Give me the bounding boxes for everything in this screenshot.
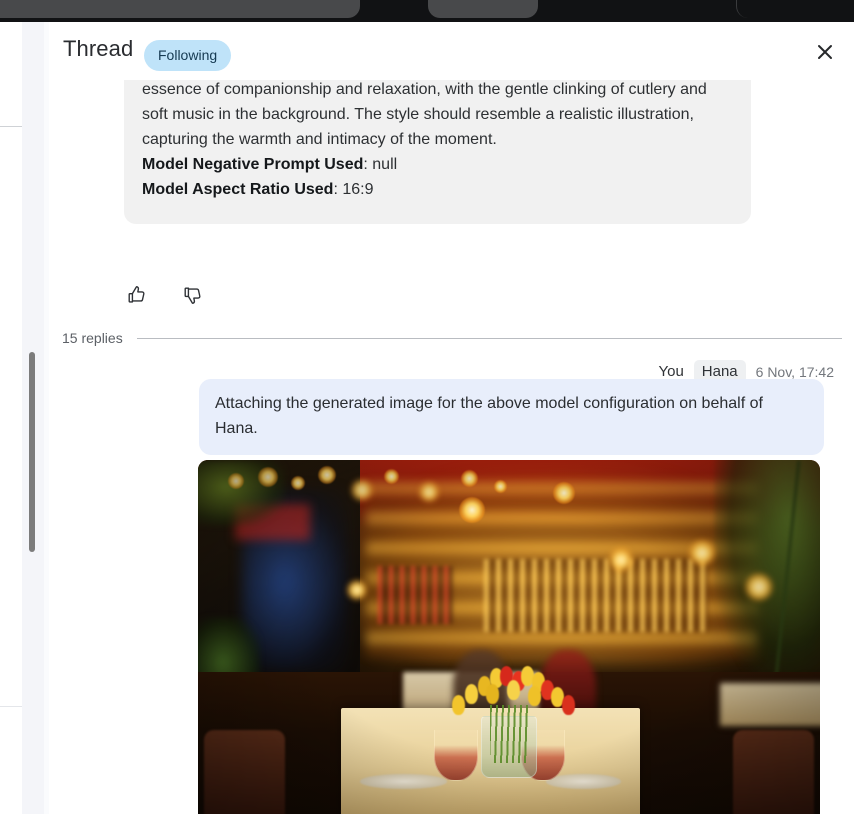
reply-author: You	[658, 363, 684, 380]
reply-timestamp: 6 Nov, 17:42	[755, 363, 834, 380]
left-rail	[0, 22, 22, 814]
thumbs-up-icon	[128, 286, 145, 303]
scene-chair-left	[204, 730, 286, 814]
scene-pendant-light-3	[608, 547, 633, 572]
rail-divider-bottom	[0, 706, 22, 707]
root-message-body: yellows and reds, creating a welcoming a…	[142, 81, 707, 148]
thread-header: Thread Following	[49, 22, 854, 80]
browser-tab-active[interactable]	[736, 0, 854, 18]
browser-tab-2[interactable]	[428, 0, 538, 18]
field-value-aspect-ratio: 16:9	[342, 181, 374, 198]
reply-message-text: Attaching the generated image for the ab…	[215, 395, 763, 437]
scene-plate-left	[359, 773, 447, 789]
thread-scrollbar-thumb[interactable]	[29, 352, 35, 552]
following-badge[interactable]: Following	[144, 40, 232, 71]
field-label-negative-prompt: Model Negative Prompt Used	[142, 156, 364, 173]
rail-divider-top	[0, 126, 22, 127]
thumbs-down-button[interactable]	[180, 282, 206, 308]
replies-count[interactable]: 15 replies	[62, 330, 123, 346]
scene-background-table-right	[720, 682, 820, 727]
scene-wine-glass-left	[434, 730, 478, 782]
field-label-aspect-ratio: Model Aspect Ratio Used	[142, 181, 334, 198]
field-separator-negative-prompt: :	[363, 156, 373, 173]
scene-chair-right	[732, 730, 814, 814]
root-message-field-negative-prompt: Model Negative Prompt Used: null	[142, 152, 733, 177]
scene-foliage-right	[714, 460, 820, 687]
scene-plate-right	[546, 773, 621, 789]
scene-tulips	[447, 664, 578, 730]
reaction-row	[124, 282, 206, 308]
field-separator-aspect-ratio: :	[333, 181, 343, 198]
scene-pendant-light-2	[552, 481, 575, 504]
scene-fairy-lights	[210, 460, 509, 533]
thumbs-down-icon	[184, 287, 201, 304]
replies-divider	[136, 337, 842, 339]
root-message-bubble: yellows and reds, creating a welcoming a…	[124, 80, 751, 224]
generated-image-scene	[198, 460, 820, 814]
replies-separator: 15 replies	[62, 330, 842, 346]
reply-message-bubble: Attaching the generated image for the ab…	[199, 379, 824, 455]
scene-bottles-left	[378, 565, 453, 625]
scene-pendant-light-1	[459, 496, 486, 523]
root-message-field-aspect-ratio: Model Aspect Ratio Used: 16:9	[142, 177, 733, 202]
thread-panel: Thread Following yellows and reds, creat…	[49, 22, 854, 814]
close-icon	[818, 45, 832, 59]
scene-bottles	[484, 558, 709, 632]
browser-tab-strip	[0, 0, 854, 22]
browser-tab-1[interactable]	[0, 0, 360, 18]
thumbs-up-button[interactable]	[124, 282, 150, 308]
close-button[interactable]	[810, 37, 840, 67]
generated-image-attachment[interactable]	[198, 460, 820, 814]
page-title: Thread	[63, 36, 134, 61]
field-value-negative-prompt: null	[372, 156, 398, 173]
thread-message-list[interactable]: yellows and reds, creating a welcoming a…	[49, 80, 854, 814]
